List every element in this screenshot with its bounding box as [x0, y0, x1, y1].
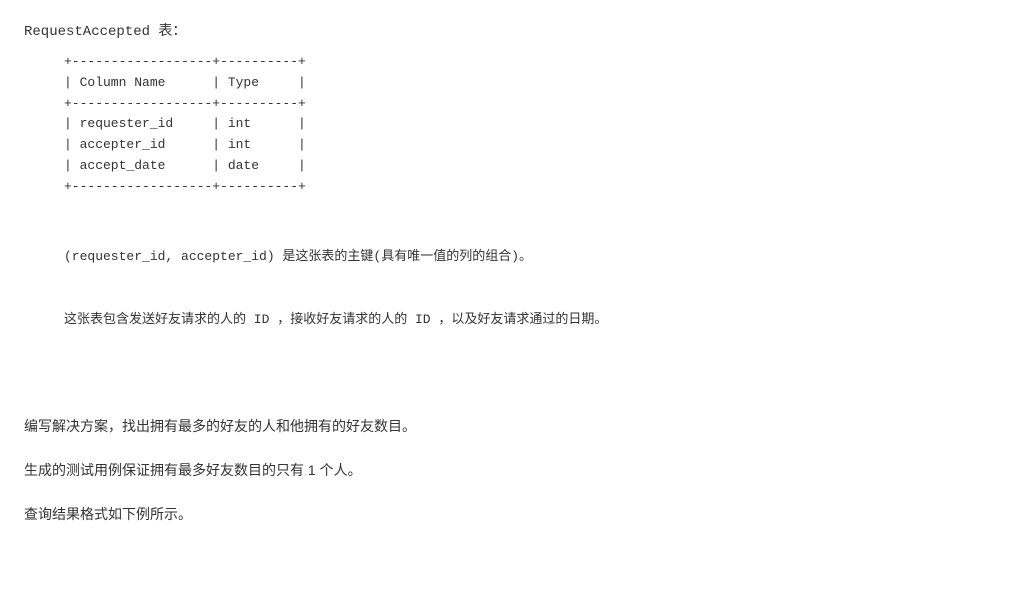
- table-container: +------------------+----------+ | Column…: [64, 52, 1007, 198]
- table-row-1: | requester_id | int |: [64, 114, 1007, 135]
- description-para1: 编写解决方案，找出拥有最多的好友的人和他拥有的好友数目。: [24, 412, 1007, 440]
- table-row-2: | accepter_id | int |: [64, 135, 1007, 156]
- table-header-row: | Column Name | Type |: [64, 73, 1007, 94]
- page-content: RequestAccepted 表： +------------------+-…: [24, 20, 1007, 528]
- description-section: 编写解决方案，找出拥有最多的好友的人和他拥有的好友数目。 生成的测试用例保证拥有…: [24, 412, 1007, 528]
- table-border-bottom: +------------------+----------+: [64, 177, 1007, 198]
- table-title: RequestAccepted 表：: [24, 20, 1007, 40]
- table-border-top: +------------------+----------+: [64, 52, 1007, 73]
- table-notes: (requester_id, accepter_id) 是这张表的主键(具有唯一…: [64, 206, 1007, 372]
- table-row-3: | accept_date | date |: [64, 156, 1007, 177]
- table-note-line1: (requester_id, accepter_id) 是这张表的主键(具有唯一…: [64, 247, 1007, 268]
- description-para3: 查询结果格式如下例所示。: [24, 500, 1007, 528]
- description-para2: 生成的测试用例保证拥有最多好友数目的只有 1 个人。: [24, 456, 1007, 484]
- table-border-middle: +------------------+----------+: [64, 94, 1007, 115]
- table-note-line2: 这张表包含发送好友请求的人的 ID ，接收好友请求的人的 ID ，以及好友请求通…: [64, 310, 1007, 331]
